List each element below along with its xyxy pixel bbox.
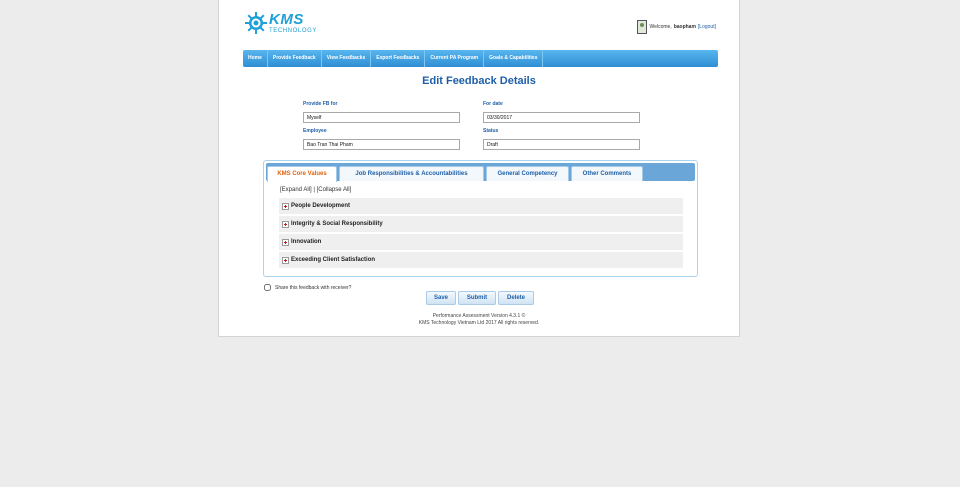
logo-name: KMS — [269, 11, 304, 28]
gear-logo-icon — [245, 12, 267, 34]
user-info: Welcome, baopham [Logout] — [636, 20, 716, 34]
tab-kms-core-values[interactable]: KMS Core Values — [267, 166, 337, 182]
welcome-text: Welcome, — [649, 24, 672, 30]
expand-collapse: [Expand All] | [Collapse All] — [280, 187, 351, 193]
nav-goals-capabilities[interactable]: Goals & Capabilities — [484, 50, 544, 67]
for-date-field[interactable]: 03/30/2017 — [483, 112, 640, 123]
share-checkbox[interactable] — [264, 284, 271, 291]
tab-job-responsibilities[interactable]: Job Responsibilities & Accountabilities — [339, 166, 484, 181]
section-title: Exceeding Client Satisfaction — [291, 257, 376, 263]
footer-version: Performance Assessment Version 4.3.1 © — [432, 313, 526, 319]
share-option: Share this feedback with receiver? — [264, 284, 351, 291]
page-title: Edit Feedback Details — [422, 75, 536, 87]
expand-plus-icon[interactable] — [282, 203, 289, 210]
for-date-label: For date — [483, 101, 503, 107]
tab-bar: KMS Core Values Job Responsibilities & A… — [266, 163, 695, 182]
kms-logo[interactable]: KMS TECHNOLOGY — [245, 9, 317, 37]
section-people-development[interactable]: People Development — [279, 198, 683, 215]
expand-plus-icon[interactable] — [282, 257, 289, 264]
section-title: Integrity & Social Responsibility — [291, 221, 383, 227]
expand-plus-icon[interactable] — [282, 221, 289, 228]
save-button[interactable]: Save — [426, 291, 456, 305]
nav-provide-feedback[interactable]: Provide Feedback — [268, 50, 322, 67]
status-field[interactable]: Draft — [483, 139, 640, 150]
share-label: Share this feedback with receiver? — [275, 284, 352, 291]
submit-button[interactable]: Submit — [458, 291, 496, 305]
employee-field[interactable]: Bao Tran Thai Pham — [303, 139, 460, 150]
expand-all-link[interactable]: [Expand All] — [280, 187, 312, 193]
provide-fb-for-label: Provide FB for — [303, 101, 338, 107]
logout-link[interactable]: [Logout] — [698, 24, 716, 30]
tab-general-competency[interactable]: General Competency — [486, 166, 569, 181]
username: baopham — [673, 24, 696, 30]
status-label: Status — [483, 128, 499, 134]
logo-tagline: TECHNOLOGY — [269, 28, 318, 34]
nav-current-pa-program[interactable]: Current PA Program — [425, 50, 485, 67]
provide-fb-for-field[interactable]: Myself — [303, 112, 460, 123]
collapse-all-link[interactable]: [Collapse All] — [317, 187, 352, 193]
section-title: People Development — [291, 203, 351, 209]
section-client-satisfaction[interactable]: Exceeding Client Satisfaction — [279, 252, 683, 269]
expand-separator: | — [313, 187, 315, 193]
feedback-tabs: KMS Core Values Job Responsibilities & A… — [263, 160, 698, 277]
section-title: Innovation — [291, 239, 322, 245]
nav-home[interactable]: Home — [243, 50, 268, 67]
avatar[interactable] — [636, 20, 647, 34]
employee-label: Employee — [303, 128, 327, 134]
main-nav: Home Provide Feedback View Feedbacks Exp… — [243, 50, 718, 67]
nav-export-feedbacks[interactable]: Export Feedbacks — [371, 50, 426, 67]
page-container: KMS TECHNOLOGY Welcome, baopham [Logout]… — [218, 0, 740, 337]
footer-copyright: KMS Technology Vietnam Ltd 2017 All righ… — [418, 320, 540, 326]
section-integrity[interactable]: Integrity & Social Responsibility — [279, 216, 683, 233]
delete-button[interactable]: Delete — [498, 291, 534, 305]
nav-view-feedbacks[interactable]: View Feedbacks — [322, 50, 372, 67]
expand-plus-icon[interactable] — [282, 239, 289, 246]
section-innovation[interactable]: Innovation — [279, 234, 683, 251]
tab-other-comments[interactable]: Other Comments — [571, 166, 643, 181]
